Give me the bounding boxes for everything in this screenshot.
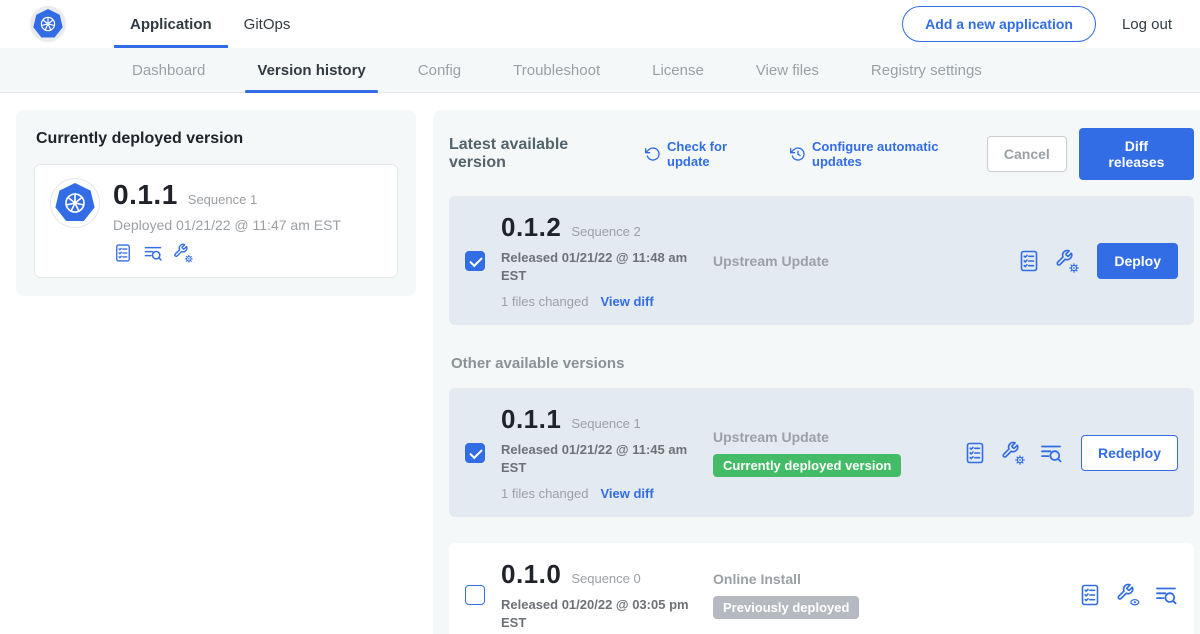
panel-header: Latest available version Check for updat… xyxy=(449,128,1194,180)
version-checkbox[interactable] xyxy=(465,585,485,605)
version-checkbox[interactable] xyxy=(465,251,485,271)
released-timestamp: Released 01/21/22 @ 11:48 am EST xyxy=(501,249,691,284)
configure-updates-link[interactable]: Configure automatic updates xyxy=(790,139,987,169)
version-info: 0.1.0 Sequence 0 Released 01/20/22 @ 03:… xyxy=(501,559,713,631)
deployed-timestamp: Deployed 01/21/22 @ 11:47 am EST xyxy=(113,217,341,233)
diff-releases-button[interactable]: Diff releases xyxy=(1079,128,1194,180)
version-info: 0.1.1 Sequence 1 Released 01/21/22 @ 11:… xyxy=(501,404,713,501)
view-config-icon[interactable] xyxy=(1116,583,1140,607)
row-actions xyxy=(1017,249,1079,273)
view-diff-link[interactable]: View diff xyxy=(600,486,653,501)
tab-gitops-label: GitOps xyxy=(244,16,291,33)
deployed-version-card: 0.1.1 Sequence 1 Deployed 01/21/22 @ 11:… xyxy=(34,164,398,278)
panel-title: Latest available version xyxy=(449,136,625,172)
subnav-item-view-files[interactable]: View files xyxy=(744,48,831,92)
release-notes-icon[interactable] xyxy=(1017,249,1041,273)
check-for-update-link[interactable]: Check for update xyxy=(645,139,770,169)
version-source: Online Install Previously deployed xyxy=(713,571,963,619)
sequence-label: Sequence 0 xyxy=(571,571,640,586)
currently-deployed-badge: Currently deployed version xyxy=(713,454,901,477)
subnav-label: Config xyxy=(418,62,461,79)
subnav-label: Dashboard xyxy=(132,62,205,79)
release-notes-icon[interactable] xyxy=(1078,583,1102,607)
subnav-label: View files xyxy=(756,62,819,79)
deployed-version-number: 0.1.1 xyxy=(113,179,178,211)
configure-updates-label: Configure automatic updates xyxy=(812,139,987,169)
currently-deployed-card: Currently deployed version 0.1.1 Sequenc… xyxy=(16,110,416,296)
row-actions xyxy=(1078,583,1178,607)
subnav-item-license[interactable]: License xyxy=(640,48,716,92)
subnav-label: License xyxy=(652,62,704,79)
check-for-update-label: Check for update xyxy=(667,139,770,169)
view-logs-icon[interactable] xyxy=(1039,441,1063,465)
app-subnav: Dashboard Version history Config Trouble… xyxy=(0,48,1200,93)
view-logs-icon[interactable] xyxy=(1154,583,1178,607)
add-application-button[interactable]: Add a new application xyxy=(902,6,1096,42)
release-notes-icon[interactable] xyxy=(113,243,133,263)
edit-config-icon[interactable] xyxy=(1055,249,1079,273)
main-content: Currently deployed version 0.1.1 Sequenc… xyxy=(0,93,1200,634)
version-number: 0.1.0 xyxy=(501,559,561,590)
version-number: 0.1.1 xyxy=(501,404,561,435)
source-label: Upstream Update xyxy=(713,253,963,269)
release-notes-icon[interactable] xyxy=(963,441,987,465)
files-changed-label: 1 files changed xyxy=(501,486,588,501)
tab-application[interactable]: Application xyxy=(114,0,228,48)
previously-deployed-badge: Previously deployed xyxy=(713,596,859,619)
released-timestamp: Released 01/20/22 @ 03:05 pm EST xyxy=(501,596,691,631)
other-versions-title: Other available versions xyxy=(451,355,1194,372)
subnav-item-config[interactable]: Config xyxy=(406,48,473,92)
view-logs-icon[interactable] xyxy=(143,243,163,263)
subnav-item-troubleshoot[interactable]: Troubleshoot xyxy=(501,48,612,92)
top-bar: Application GitOps Add a new application… xyxy=(0,0,1200,48)
redeploy-button[interactable]: Redeploy xyxy=(1081,435,1178,471)
edit-config-icon[interactable] xyxy=(1001,441,1025,465)
subnav-item-version-history[interactable]: Version history xyxy=(245,48,377,92)
edit-config-icon[interactable] xyxy=(173,243,193,263)
version-source: Upstream Update xyxy=(713,253,963,269)
version-number: 0.1.2 xyxy=(501,212,561,243)
deployed-info: 0.1.1 Sequence 1 Deployed 01/21/22 @ 11:… xyxy=(113,179,341,263)
deploy-button[interactable]: Deploy xyxy=(1097,243,1178,279)
released-timestamp: Released 01/21/22 @ 11:45 am EST xyxy=(501,441,691,476)
deployed-sequence-label: Sequence 1 xyxy=(188,192,257,207)
version-info: 0.1.2 Sequence 2 Released 01/21/22 @ 11:… xyxy=(501,212,713,309)
view-diff-link[interactable]: View diff xyxy=(600,294,653,309)
sequence-label: Sequence 1 xyxy=(571,416,640,431)
auto-update-clock-icon xyxy=(790,146,806,162)
version-history-panel: Latest available version Check for updat… xyxy=(433,110,1200,634)
app-logo-icon xyxy=(51,179,99,227)
tab-gitops[interactable]: GitOps xyxy=(228,0,307,48)
tab-application-label: Application xyxy=(130,16,212,33)
subnav-label: Troubleshoot xyxy=(513,62,600,79)
version-row-0-1-2: 0.1.2 Sequence 2 Released 01/21/22 @ 11:… xyxy=(449,196,1194,325)
kubernetes-logo-icon xyxy=(30,6,66,42)
cancel-button[interactable]: Cancel xyxy=(987,136,1067,172)
subnav-item-dashboard[interactable]: Dashboard xyxy=(120,48,217,92)
refresh-icon xyxy=(645,146,661,162)
version-source: Upstream Update Currently deployed versi… xyxy=(713,429,963,477)
files-changed-label: 1 files changed xyxy=(501,294,588,309)
deployed-card-title: Currently deployed version xyxy=(36,130,398,148)
source-label: Online Install xyxy=(713,571,963,587)
subnav-label: Registry settings xyxy=(871,62,982,79)
subnav-label: Version history xyxy=(257,62,365,79)
source-label: Upstream Update xyxy=(713,429,963,445)
logout-link[interactable]: Log out xyxy=(1122,16,1172,33)
top-tabs: Application GitOps xyxy=(114,0,306,48)
deployed-actions xyxy=(113,243,341,263)
version-row-0-1-1: 0.1.1 Sequence 1 Released 01/21/22 @ 11:… xyxy=(449,388,1194,517)
row-actions xyxy=(963,441,1063,465)
version-row-0-1-0: 0.1.0 Sequence 0 Released 01/20/22 @ 03:… xyxy=(449,543,1194,634)
subnav-item-registry-settings[interactable]: Registry settings xyxy=(859,48,994,92)
version-checkbox[interactable] xyxy=(465,443,485,463)
sequence-label: Sequence 2 xyxy=(571,224,640,239)
